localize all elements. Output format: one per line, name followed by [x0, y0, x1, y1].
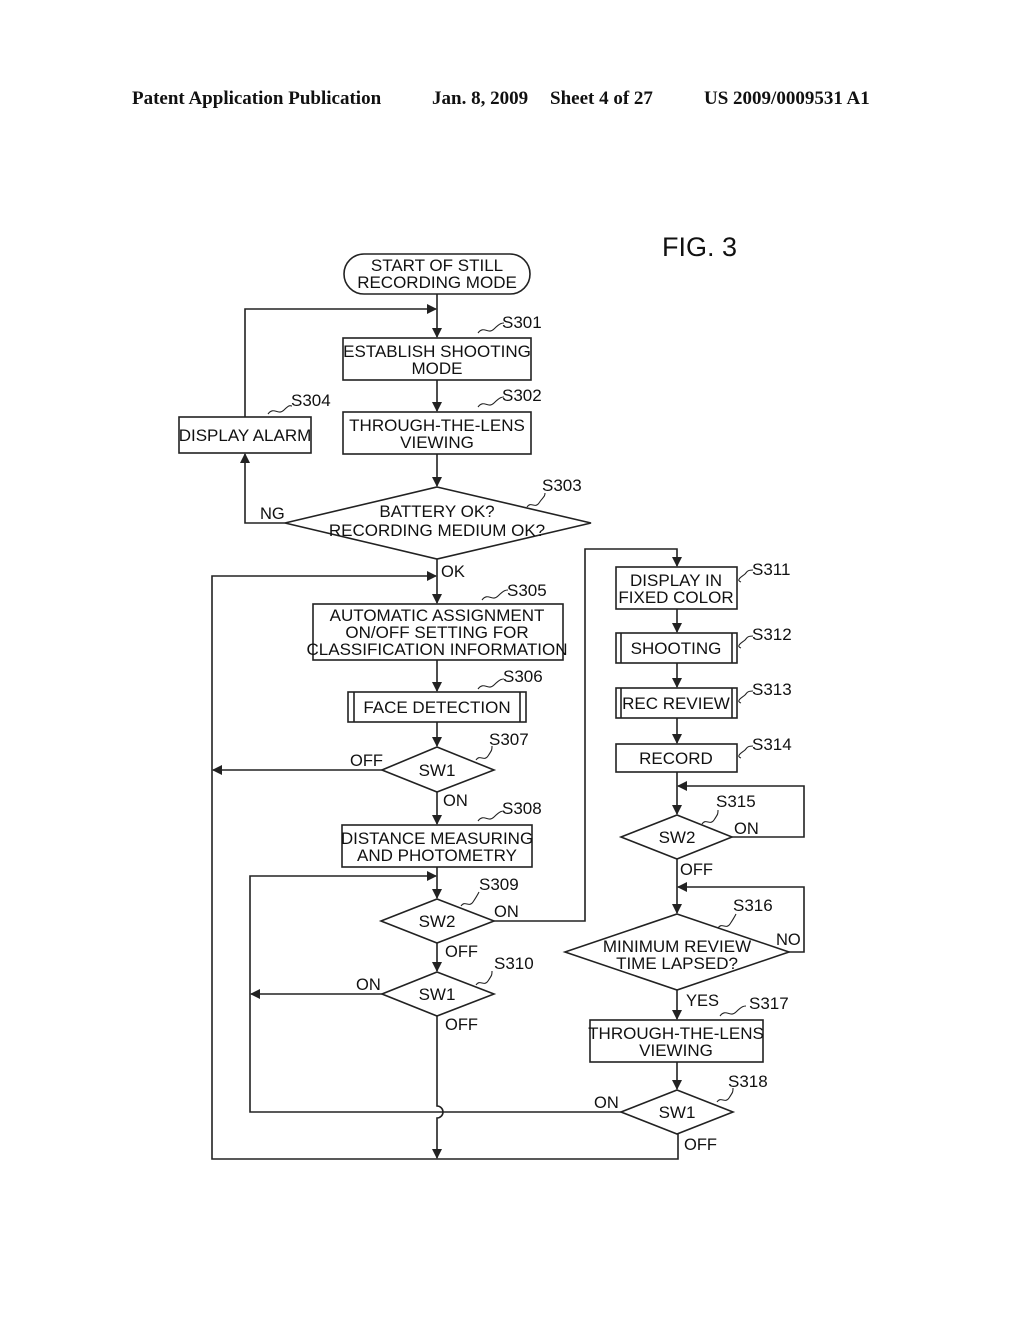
step-leader: [717, 913, 737, 929]
node-s310: SW1 S310: [379, 954, 534, 1017]
label-s307-off: OFF: [350, 752, 383, 770]
step-leader: [477, 810, 505, 822]
step-label-s314: S314: [752, 735, 792, 754]
step-leader: [738, 569, 754, 583]
node-s304: DISPLAY ALARM S304: [178, 391, 331, 454]
node-s310-line-1: SW1: [419, 985, 456, 1004]
node-s311-line-2: FIXED COLOR: [618, 588, 733, 607]
node-s307-line-1: SW1: [419, 761, 456, 780]
step-label-s307: S307: [489, 730, 529, 749]
step-leader: [267, 405, 293, 415]
arrow-s310-off: [432, 1016, 444, 1159]
node-s308-line-2: AND PHOTOMETRY: [357, 846, 517, 865]
node-s303-line-1: BATTERY OK?: [379, 502, 494, 521]
node-s308: DISTANCE MEASURING AND PHOTOMETRY S308: [341, 799, 542, 868]
step-leader: [481, 589, 509, 601]
node-s302: THROUGH-THE-LENS VIEWING S302: [342, 386, 542, 455]
node-start: START OF STILL RECORDING MODE: [343, 253, 531, 295]
step-leader: [738, 690, 754, 704]
step-leader: [719, 1005, 747, 1017]
node-s301: ESTABLISH SHOOTING MODE S301: [342, 313, 542, 381]
node-s318: SW1 S318: [618, 1072, 768, 1135]
label-s303-ng: NG: [260, 505, 285, 523]
node-s306-line-1: FACE DETECTION: [363, 698, 510, 717]
node-s306: FACE DETECTION S306: [347, 667, 543, 723]
label-s309-off: OFF: [445, 943, 478, 961]
step-leader: [477, 322, 505, 334]
label-s303-ok: OK: [441, 563, 465, 581]
step-label-s309: S309: [479, 875, 519, 894]
node-s309-line-1: SW2: [419, 912, 456, 931]
label-s310-off: OFF: [445, 1016, 478, 1034]
node-s303-line-2: RECORDING MEDIUM OK?: [329, 521, 545, 540]
node-s314: RECORD S314: [615, 735, 792, 773]
step-label-s308: S308: [502, 799, 542, 818]
step-leader: [701, 809, 719, 825]
figure-title: FIG. 3: [662, 232, 737, 262]
step-label-s311: S311: [752, 560, 790, 579]
label-s315-on: ON: [734, 820, 759, 838]
label-s316-yes: YES: [686, 992, 719, 1010]
step-leader: [477, 678, 505, 690]
label-s315-off: OFF: [680, 861, 713, 879]
step-label-s316: S316: [733, 896, 773, 915]
step-label-s312: S312: [752, 625, 792, 644]
step-label-s302: S302: [502, 386, 542, 405]
label-s310-on: ON: [356, 976, 381, 994]
node-start-line-2: RECORDING MODE: [357, 273, 517, 292]
node-s311: DISPLAY IN FIXED COLOR S311: [615, 560, 790, 610]
step-leader: [477, 396, 505, 408]
flowchart: FIG. 3 START OF STILL RECORDING MODE EST…: [178, 232, 805, 1160]
step-leader: [460, 891, 480, 907]
step-leader: [475, 970, 493, 986]
node-s302-line-2: VIEWING: [400, 433, 474, 452]
label-s318-on: ON: [594, 1094, 619, 1112]
node-s315-line-1: SW2: [659, 828, 696, 847]
step-leader: [738, 745, 754, 759]
step-label-s317: S317: [749, 994, 789, 1013]
node-s318-line-1: SW1: [659, 1103, 696, 1122]
label-s318-off: OFF: [684, 1136, 717, 1154]
node-s307: SW1 S307: [379, 730, 529, 793]
node-s304-line-1: DISPLAY ALARM: [179, 426, 312, 445]
node-s301-line-2: MODE: [412, 359, 463, 378]
node-s313-line-1: REC REVIEW: [622, 694, 730, 713]
step-label-s310: S310: [494, 954, 534, 973]
step-label-s304: S304: [291, 391, 331, 410]
node-s312: SHOOTING S312: [615, 625, 792, 664]
node-s303: BATTERY OK? RECORDING MEDIUM OK? S303: [284, 476, 592, 560]
step-label-s318: S318: [728, 1072, 768, 1091]
node-s317-line-2: VIEWING: [639, 1041, 713, 1060]
label-s307-on: ON: [443, 792, 468, 810]
label-s309-on: ON: [494, 903, 519, 921]
step-leader: [526, 492, 546, 508]
node-s316-line-2: TIME LAPSED?: [616, 954, 738, 973]
step-leader: [738, 635, 754, 649]
node-s314-line-1: RECORD: [639, 749, 713, 768]
node-s313: REC REVIEW S313: [615, 680, 792, 719]
step-label-s301: S301: [502, 313, 542, 332]
step-label-s305: S305: [507, 581, 547, 600]
node-s312-line-1: SHOOTING: [631, 639, 722, 658]
node-s305-line-3: CLASSIFICATION INFORMATION: [307, 640, 568, 659]
label-s316-no: NO: [776, 931, 801, 949]
step-label-s303: S303: [542, 476, 582, 495]
step-label-s313: S313: [752, 680, 792, 699]
step-label-s306: S306: [503, 667, 543, 686]
step-label-s315: S315: [716, 792, 756, 811]
